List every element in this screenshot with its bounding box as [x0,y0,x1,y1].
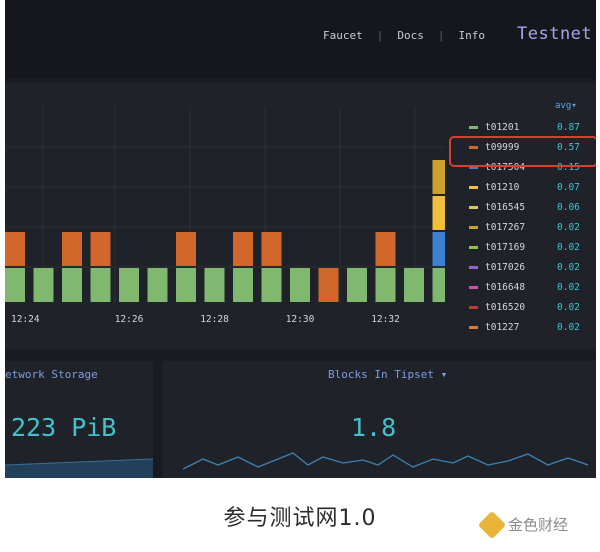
legend-name: t01201 [485,121,520,133]
bar-segment-t09999[interactable] [5,232,25,266]
x-tick-label: 12:24 [11,314,40,325]
legend-item-t01210[interactable]: t01210 0.07 [469,177,587,197]
x-tick-label: 12:28 [200,314,229,325]
legend-swatch [469,125,478,129]
x-tick-label: 12:26 [115,314,144,325]
bar-segment-t01201[interactable] [147,268,168,302]
legend-item-t017026[interactable]: t017026 0.02 [469,257,587,277]
legend-value: 0.07 [557,181,580,193]
legend-item-t016545[interactable]: t016545 0.06 [469,197,587,217]
bar-segment-t01201[interactable] [33,268,54,302]
bar-segment-t01210[interactable] [432,196,446,230]
legend-swatch [469,325,478,329]
bar-segment-t01201[interactable] [204,268,225,302]
bar-segment-t01201[interactable] [261,268,282,302]
legend-value: 0.02 [557,261,580,273]
stacked-bar-chart: 12:2412:2612:2812:3012:3212:34 [5,107,446,325]
bar-segment-t01201[interactable] [290,268,310,302]
bar-segment-t01201[interactable] [404,268,424,302]
blocks-in-tipset-panel: Blocks In Tipset ▾ 1.8 [163,361,596,478]
nav-link-faucet[interactable]: Faucet [323,29,363,42]
top-nav: Faucet | Docs | Info [323,29,485,42]
legend-value: 0.02 [557,241,580,253]
network-storage-panel: etwork Storage 223 PiB [5,361,153,478]
legend-swatch [469,305,478,309]
legend-name: t016648 [485,281,526,293]
legend-item-t01227[interactable]: t01227 0.02 [469,317,587,337]
bar-segment-t017267[interactable] [432,160,446,194]
watermark: 金色财经 [477,510,569,539]
bar-segment-t01201[interactable] [5,268,25,302]
bar-segment-t09999[interactable] [176,232,196,266]
legend-name: t016520 [485,301,526,313]
legend-swatch [469,225,478,229]
legend-swatch [469,185,478,189]
legend-value: 0.02 [557,221,580,233]
x-tick-label: 12:30 [286,314,315,325]
legend-swatch [469,285,478,289]
legend-value: 0.02 [557,301,580,313]
bar-segment-t01201[interactable] [347,268,367,302]
legend-item-t016520[interactable]: t016520 0.02 [469,297,587,317]
bar-segment-t017504[interactable] [432,232,446,266]
bar-segment-t09999[interactable] [233,232,253,266]
dashboard-frame: Faucet | Docs | Info Testnet 12:24 12:26 1… [5,0,596,478]
legend-name: t01210 [485,181,520,193]
legend-value: 0.87 [557,121,580,133]
legend-value: 0.02 [557,281,580,293]
legend-name: t01227 [485,321,520,333]
bar-segment-t01201[interactable] [233,268,253,302]
nav-link-docs[interactable]: Docs [397,29,424,42]
bar-segment-t09999[interactable] [261,232,282,266]
legend-sort-avg[interactable]: avg▾ [555,101,577,111]
legend-name: t017267 [485,221,526,233]
bar-segment-t01201[interactable] [90,268,111,302]
legend-name: t016545 [485,201,526,213]
legend-name: t017026 [485,261,526,273]
network-brand[interactable]: Testnet [517,24,592,44]
legend-item-t017267[interactable]: t017267 0.02 [469,217,587,237]
bar-segment-t09999[interactable] [375,232,396,266]
jinse-logo-icon [477,510,507,539]
legend-name: t017169 [485,241,526,253]
legend-swatch [469,205,478,209]
nav-link-info[interactable]: Info [459,29,486,42]
nav-separator: | [437,29,445,42]
bar-segment-t01201[interactable] [176,268,196,302]
highlight-box [449,136,596,167]
legend-value: 0.06 [557,201,580,213]
bar-segment-t01201[interactable] [375,268,396,302]
legend-value: 0.02 [557,321,580,333]
bar-segment-t01201[interactable] [432,268,446,302]
watermark-text: 金色财经 [508,516,569,534]
legend-item-t01201[interactable]: t01201 0.87 [469,117,587,137]
legend-item-t017169[interactable]: t017169 0.02 [469,237,587,257]
legend-swatch [469,245,478,249]
bar-segment-t09999[interactable] [318,268,339,302]
bar-segment-t01201[interactable] [119,268,139,302]
tipset-sparkline [182,452,589,470]
block-chart-panel: 12:2412:2612:2812:3012:3212:34 avg▾ t012… [5,83,596,349]
legend-item-t016648[interactable]: t016648 0.02 [469,277,587,297]
bar-segment-t09999[interactable] [62,232,82,266]
x-tick-label: 12:32 [371,314,400,325]
bar-segment-t09999[interactable] [90,232,111,266]
storage-sparkline [5,458,153,478]
top-bar: Faucet | Docs | Info Testnet [5,0,596,78]
bar-segment-t01201[interactable] [62,268,82,302]
nav-separator: | [376,29,384,42]
legend-swatch [469,265,478,269]
